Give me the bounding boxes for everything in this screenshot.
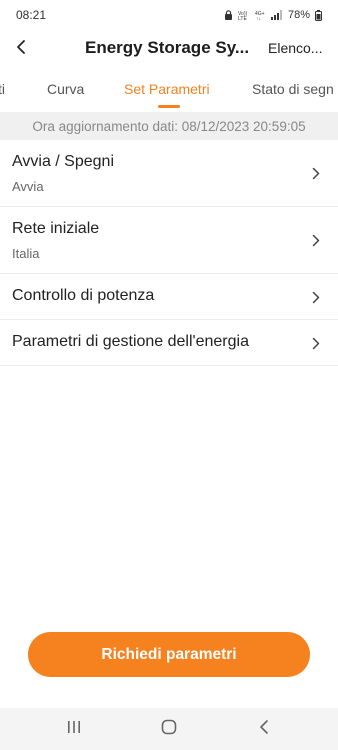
list-item-controllo-potenza[interactable]: Controllo di potenza <box>0 274 338 320</box>
chevron-left-icon <box>15 39 27 60</box>
lock-icon <box>224 10 233 20</box>
device-list-button[interactable]: Elenco... <box>268 40 328 56</box>
list-item-value: Italia <box>12 246 40 261</box>
tab-bar: ti Curva Set Parametri Stato di segn <box>0 70 338 110</box>
system-nav-bar <box>0 708 338 750</box>
active-tab-indicator <box>158 105 180 108</box>
screen: 08:21 Vo)) LTE 4G+ ↑↓ 78% Energy Storage… <box>0 0 338 750</box>
status-time: 08:21 <box>16 8 47 22</box>
4g-icon: 4G+ ↑↓ <box>255 10 266 20</box>
list-item-rete-iniziale[interactable]: Rete iniziale Italia <box>0 207 338 274</box>
chevron-right-icon <box>310 166 322 180</box>
list-item-title: Rete iniziale <box>12 220 100 237</box>
volte-icon: Vo)) LTE <box>238 10 250 20</box>
page-title: Energy Storage Sy... <box>85 38 250 57</box>
battery-icon <box>315 9 322 21</box>
list-item-title: Controllo di potenza <box>12 287 155 304</box>
request-parameters-button[interactable]: Richiedi parametri <box>28 632 310 677</box>
status-bar: 08:21 Vo)) LTE 4G+ ↑↓ 78% <box>0 0 338 30</box>
tab-set-parametri[interactable]: Set Parametri <box>124 81 210 97</box>
update-time-banner: Ora aggiornamento dati: 08/12/2023 20:59… <box>0 112 338 140</box>
tab-partial-left[interactable]: ti <box>0 81 5 97</box>
recent-apps-icon <box>66 720 82 739</box>
recent-apps-button[interactable] <box>62 718 86 740</box>
chevron-right-icon <box>310 233 322 247</box>
status-icons: Vo)) LTE 4G+ ↑↓ 78% <box>224 9 322 21</box>
home-button[interactable] <box>157 718 181 740</box>
list-item-gestione-energia[interactable]: Parametri di gestione dell'energia <box>0 320 338 366</box>
svg-text:↑↓: ↑↓ <box>256 16 261 20</box>
chevron-right-icon <box>310 336 322 350</box>
settings-list: Avvia / Spegni Avvia Rete iniziale Itali… <box>0 140 338 366</box>
system-back-button[interactable] <box>252 718 276 740</box>
svg-text:LTE: LTE <box>238 16 247 20</box>
app-header: Energy Storage Sy... Elenco... <box>0 30 338 68</box>
list-item-title: Avvia / Spegni <box>12 153 114 170</box>
back-button[interactable] <box>6 34 36 64</box>
list-item-title: Parametri di gestione dell'energia <box>12 333 249 350</box>
chevron-right-icon <box>310 290 322 304</box>
list-item-value: Avvia <box>12 179 44 194</box>
tab-stato-di-segnale[interactable]: Stato di segn <box>252 81 334 97</box>
signal-icon <box>270 10 283 20</box>
home-icon <box>161 719 177 740</box>
list-item-avvia-spegni[interactable]: Avvia / Spegni Avvia <box>0 140 338 207</box>
tab-curva[interactable]: Curva <box>47 81 84 97</box>
battery-percent: 78% <box>287 9 310 21</box>
back-icon <box>259 719 269 740</box>
